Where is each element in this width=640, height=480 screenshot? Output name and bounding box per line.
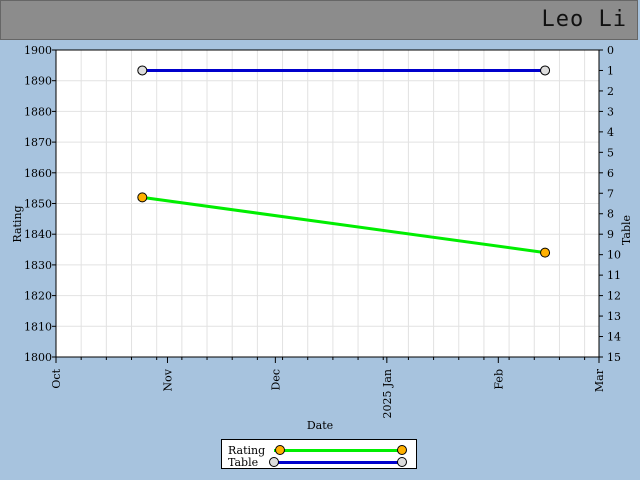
y-tick-label: 1850 [24,198,52,211]
x-tick-label: Feb [492,369,505,390]
header-bar: Leo Li [0,0,638,40]
y-tick-label: 1830 [24,259,52,272]
y2-tick-label: 0 [607,44,614,57]
data-point-table [540,65,551,76]
y-tick-label: 1800 [24,351,52,364]
y2-tick-label: 3 [607,105,614,118]
x-tick-label: Nov [161,368,174,391]
y2-tick-label: 8 [607,208,614,221]
y-tick-label: 1820 [24,290,52,303]
y2-tick-label: 10 [607,249,621,262]
legend: Rating Table [221,439,417,469]
y2-tick-label: 15 [607,351,621,364]
legend-line-table [274,461,402,464]
y2-tick-label: 9 [607,228,614,241]
y2-tick-label: 2 [607,85,614,98]
y2-tick-label: 12 [607,290,621,303]
x-tick-label: 2025 Jan [381,369,394,419]
y-tick-label: 1870 [24,136,52,149]
data-point-rating [540,247,551,258]
legend-marker-table-end [397,457,407,467]
y-tick-label: 1900 [24,44,52,57]
data-point-table [137,65,148,76]
y2-tick-label: 6 [607,167,614,180]
legend-label-table: Table [228,456,259,469]
x-tick-label: Mar [593,368,606,392]
y2-tick-label: 13 [607,310,621,323]
y2-tick-label: 4 [607,126,614,139]
data-point-rating [137,192,148,203]
y2-tick-label: 1 [607,64,614,77]
y2-tick-label: 5 [607,146,614,159]
y-tick-label: 1860 [24,167,52,180]
legend-marker-rating-end [397,445,407,455]
legend-line-rating [274,449,402,452]
y2-tick-label: 14 [607,331,621,344]
y-tick-label: 1810 [24,320,52,333]
rating-chart: 1800181018201830184018501860187018801890… [11,44,633,432]
x-axis-label: Date [307,419,333,432]
y-tick-label: 1880 [24,105,52,118]
y-tick-label: 1840 [24,228,52,241]
legend-marker-rating-start [275,445,285,455]
player-name: Leo Li [541,7,627,32]
x-tick-label: Dec [269,369,282,391]
y2-axis-label: Table [620,215,633,245]
y-axis-label: Rating [11,205,24,242]
y2-tick-label: 7 [607,187,614,200]
y2-tick-label: 11 [607,269,621,282]
legend-item-table: Table [228,457,258,469]
legend-marker-table-start [269,457,279,467]
y-tick-label: 1890 [24,75,52,88]
x-tick-label: Oct [50,368,63,388]
